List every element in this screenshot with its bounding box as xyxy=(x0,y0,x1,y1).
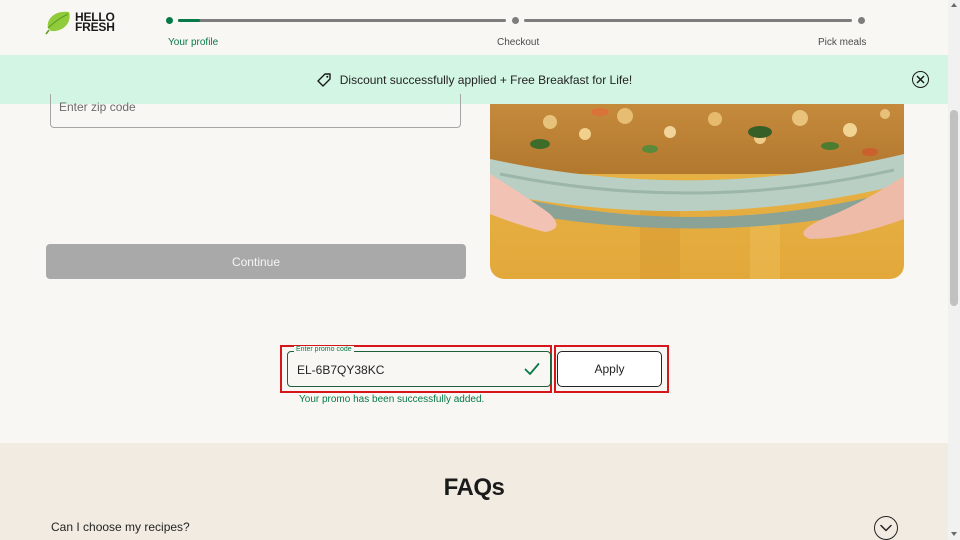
progress-bar-fill xyxy=(178,19,200,22)
header: HELLO FRESH Your profile Checkout Pick m… xyxy=(0,0,948,55)
scroll-down-arrow-icon[interactable] xyxy=(951,532,957,536)
zip-code-input[interactable] xyxy=(59,100,439,114)
progress-bar-2 xyxy=(524,19,852,22)
check-icon xyxy=(524,363,540,375)
vertical-scrollbar[interactable] xyxy=(948,0,960,540)
step-dot-checkout xyxy=(512,17,519,24)
step-dot-profile xyxy=(166,17,173,24)
faq-section: FAQs Can I choose my recipes? xyxy=(0,443,948,540)
step-label-your-profile: Your profile xyxy=(168,37,219,48)
promo-success-message: Your promo has been successfully added. xyxy=(299,394,485,405)
lime-logo-icon xyxy=(45,11,70,35)
tag-icon xyxy=(317,72,331,87)
logo-wordmark: HELLO FRESH xyxy=(75,10,115,34)
banner-message: Discount successfully applied + Free Bre… xyxy=(339,72,633,87)
meal-bowl-image xyxy=(490,104,904,279)
scrollbar-thumb[interactable] xyxy=(950,110,958,306)
promo-code-field[interactable]: Enter promo code EL-6B7QY38KC xyxy=(287,346,551,387)
zip-code-field[interactable] xyxy=(50,94,461,128)
continue-button[interactable]: Continue xyxy=(46,244,466,279)
promo-code-label: Enter promo code xyxy=(294,346,354,353)
checkout-progress: Your profile Checkout Pick meals xyxy=(165,14,867,54)
step-label-pick-meals: Pick meals xyxy=(818,37,867,48)
faq-expand-button[interactable] xyxy=(874,516,898,540)
scroll-up-arrow-icon[interactable] xyxy=(951,3,957,7)
chevron-down-icon xyxy=(880,524,892,532)
progress-bar-1 xyxy=(178,19,506,22)
hellofresh-logo[interactable]: HELLO FRESH xyxy=(45,9,115,35)
step-dot-pick-meals xyxy=(858,17,865,24)
close-banner-button[interactable] xyxy=(912,71,929,88)
faq-question[interactable]: Can I choose my recipes? xyxy=(51,520,190,534)
faq-title: FAQs xyxy=(443,474,505,501)
meal-photo xyxy=(490,104,904,279)
promo-code-input[interactable]: EL-6B7QY38KC xyxy=(297,363,384,377)
close-icon xyxy=(916,75,925,84)
step-label-checkout: Checkout xyxy=(497,37,540,48)
apply-button[interactable]: Apply xyxy=(557,351,662,387)
